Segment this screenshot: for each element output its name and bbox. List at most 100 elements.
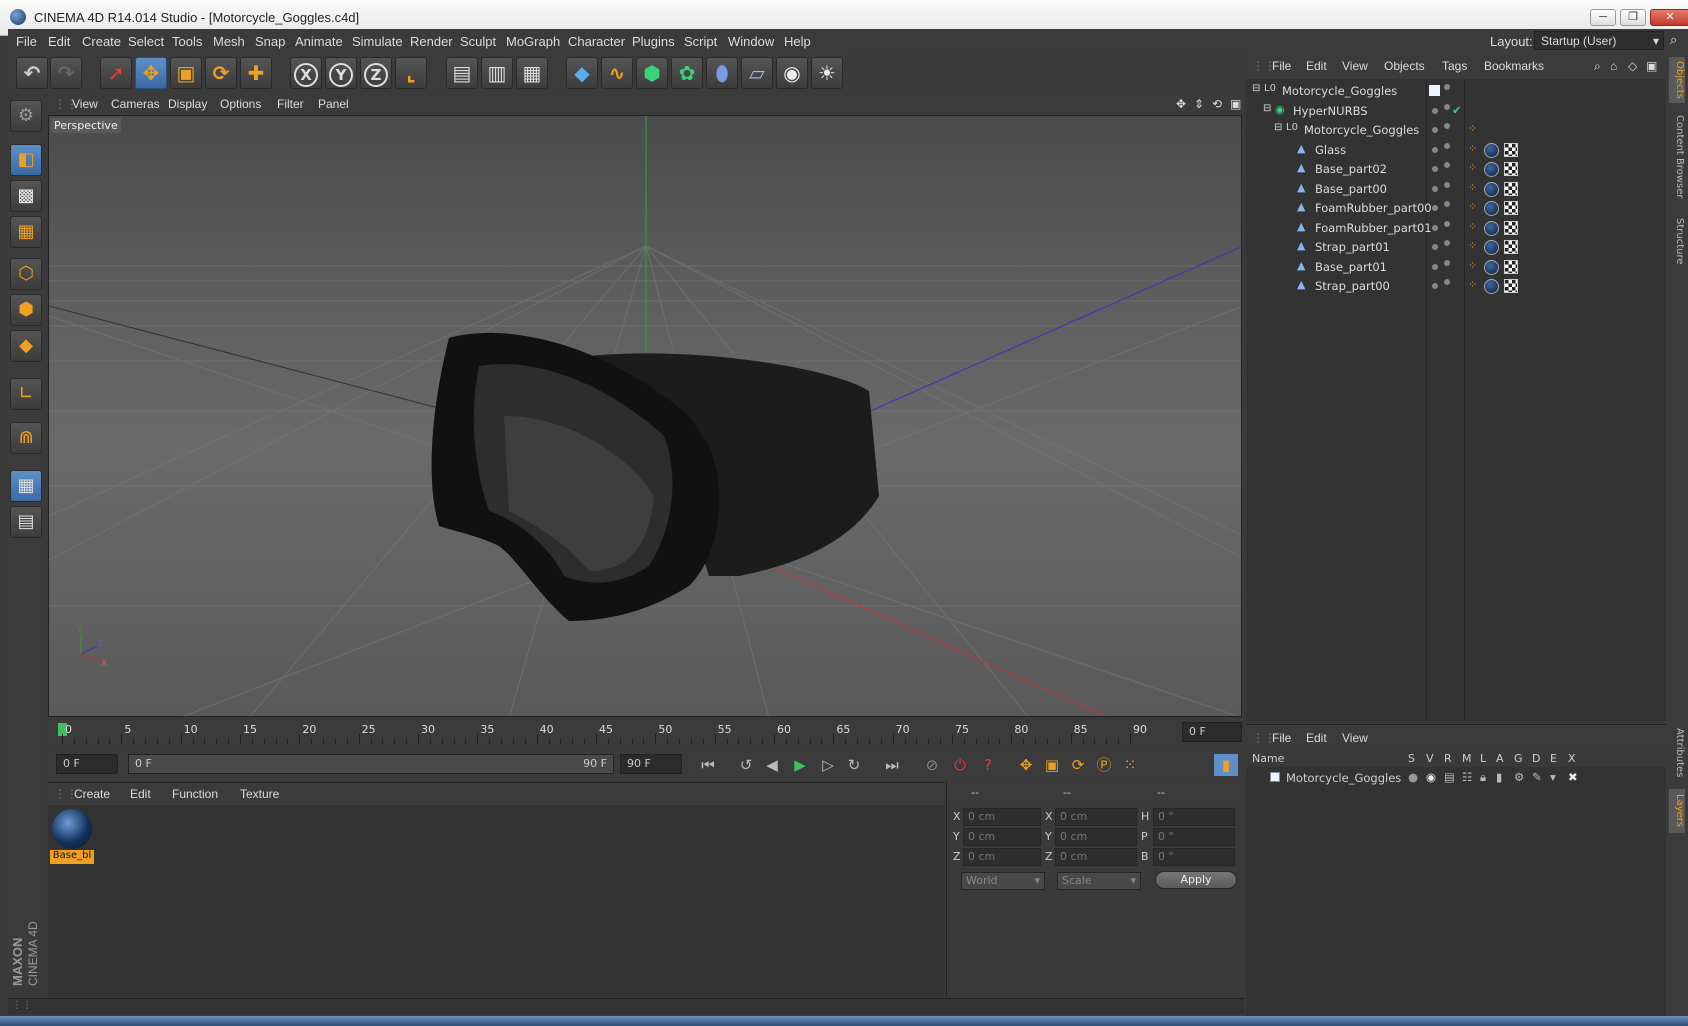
uvw-tag-icon[interactable] <box>1504 181 1518 196</box>
deformer-icon[interactable]: ✎ <box>1532 770 1542 784</box>
menu-edit[interactable]: Edit <box>48 34 70 49</box>
menu-help[interactable]: Help <box>784 34 811 49</box>
pos-x-field[interactable]: 0 cm <box>963 808 1041 826</box>
render-visibility-dot[interactable] <box>1444 220 1450 227</box>
editor-visibility-dot[interactable] <box>1432 166 1438 172</box>
coordinate-mode-dropdown[interactable]: World ▾ <box>961 872 1045 890</box>
render-view-button[interactable]: ▤ <box>446 57 478 89</box>
material-tag-icon[interactable] <box>1484 259 1499 275</box>
object-row[interactable]: ▲ Base_part00 ⁘ <box>1246 179 1666 199</box>
keyframe-selection-button[interactable]: ? <box>976 754 1000 776</box>
material-tag-icon[interactable] <box>1484 201 1499 216</box>
search-icon[interactable]: ⌕ <box>1594 59 1601 74</box>
layout-dropdown[interactable]: Startup (User) ▾ <box>1534 31 1664 50</box>
manager-icon[interactable]: ☷ <box>1462 770 1472 784</box>
previous-key-button[interactable]: ↺ <box>734 754 758 776</box>
material-menu-function[interactable]: Function <box>172 787 218 801</box>
layer-row[interactable]: Motorcycle_Goggles ● ◉ ▤ ☷ 🔒︎ ▮ ⚙ ✎ ▾ ✖ <box>1246 769 1666 787</box>
render-visibility-dot[interactable] <box>1444 103 1450 110</box>
layer-color-swatch[interactable] <box>1429 85 1440 96</box>
planar-workplane-button[interactable]: ▤ <box>10 506 42 538</box>
maximize-view-icon[interactable]: ▣ <box>1230 97 1241 111</box>
menu-tools[interactable]: Tools <box>172 34 202 49</box>
workplane-mode-button[interactable]: ▦ <box>10 216 42 248</box>
editor-visibility-dot[interactable] <box>1432 146 1438 153</box>
perspective-viewport[interactable]: Y Z X Perspective <box>48 115 1242 717</box>
lock-icon[interactable]: 🔒︎ <box>1480 770 1486 785</box>
collapse-icon[interactable]: ⊟ <box>1274 122 1282 133</box>
current-frame-field[interactable]: 0 F <box>1182 722 1242 742</box>
size-x-field[interactable]: 0 cm <box>1055 808 1137 826</box>
menu-script[interactable]: Script <box>684 34 717 49</box>
subdivision-surface-button[interactable]: ⬢ <box>636 57 668 89</box>
layer-color-swatch[interactable] <box>1270 772 1280 782</box>
viewport-menu-view[interactable]: View <box>72 97 98 111</box>
camera-button[interactable]: ◉ <box>776 57 808 89</box>
object-row[interactable]: ▲ Strap_part00 ⁘ <box>1246 276 1666 296</box>
autokeying-button[interactable]: ⏻ <box>948 754 972 776</box>
rotate-tool-button[interactable]: ⟳ <box>205 57 237 89</box>
scale-key-toggle[interactable]: ▣ <box>1040 754 1064 776</box>
tab-content-browser[interactable]: Content Browser <box>1669 109 1685 205</box>
viewport-menu-display[interactable]: Display <box>168 97 207 111</box>
tab-layers[interactable]: Layers <box>1669 789 1685 833</box>
menu-sculpt[interactable]: Sculpt <box>460 34 496 49</box>
phong-tag-icon[interactable]: ⁘ <box>1468 161 1477 174</box>
editor-visibility-dot[interactable] <box>1432 107 1438 114</box>
rotate-view-icon[interactable]: ⟲ <box>1212 97 1222 111</box>
search-icon[interactable]: ⌕ <box>1670 32 1677 48</box>
min-time-field[interactable]: 0 F <box>56 754 118 774</box>
render-picture-viewer-button[interactable]: ▥ <box>481 57 513 89</box>
menu-render[interactable]: Render <box>410 34 453 49</box>
menu-mograph[interactable]: MoGraph <box>506 34 560 49</box>
phong-tag-icon[interactable]: ⁘ <box>1468 122 1477 135</box>
editor-visibility-dot[interactable] <box>1432 244 1438 250</box>
timeline-ruler[interactable]: 0 5 10 15 20 25 30 35 40 45 50 55 60 65 70 75 80 85 90 0 F <box>48 720 1242 746</box>
render-visibility-dot[interactable] <box>1444 162 1450 168</box>
menu-character[interactable]: Character <box>568 34 625 49</box>
record-active-objects-button[interactable]: ⊘ <box>920 754 944 776</box>
close-button[interactable]: ✕ <box>1650 9 1688 26</box>
rot-p-field[interactable]: 0 ° <box>1153 828 1235 846</box>
material-tag-icon[interactable] <box>1484 162 1499 177</box>
render-visibility-dot[interactable] <box>1444 84 1450 90</box>
menu-simulate[interactable]: Simulate <box>352 34 403 49</box>
render-icon[interactable]: ▤ <box>1444 770 1455 784</box>
workplane-lock-button[interactable]: ▦ <box>10 470 42 502</box>
animation-icon[interactable]: ▮ <box>1496 770 1502 784</box>
editor-visibility-dot[interactable] <box>1432 205 1438 211</box>
phong-tag-icon[interactable]: ⁘ <box>1468 278 1477 291</box>
editor-visibility-dot[interactable] <box>1432 185 1438 192</box>
object-menu-bookmarks[interactable]: Bookmarks <box>1484 59 1544 73</box>
texture-mode-button[interactable]: ▩ <box>10 180 42 212</box>
object-row[interactable]: ▲ Base_part02 ⁘ <box>1246 159 1666 179</box>
uvw-tag-icon[interactable] <box>1504 142 1518 157</box>
object-row[interactable]: ▲ Strap_part01 ⁘ <box>1246 237 1666 257</box>
menu-select[interactable]: Select <box>128 34 164 49</box>
coordinate-system-button[interactable]: ⌞ <box>395 57 427 89</box>
timeline-window-button[interactable]: ▮ <box>1214 754 1238 776</box>
next-key-button[interactable]: ↻ <box>842 754 866 776</box>
object-row[interactable]: L0 ⊟ Motorcycle_Goggles <box>1246 81 1666 101</box>
enabled-check-icon[interactable]: ✔ <box>1452 103 1462 117</box>
uvw-tag-icon[interactable] <box>1504 220 1518 235</box>
render-visibility-dot[interactable] <box>1444 142 1450 149</box>
next-frame-button[interactable]: ▷ <box>816 754 840 776</box>
size-mode-dropdown[interactable]: Scale ▾ <box>1057 872 1141 890</box>
menu-create[interactable]: Create <box>82 34 121 49</box>
material-tag-icon[interactable] <box>1484 181 1499 197</box>
object-menu-tags[interactable]: Tags <box>1442 59 1467 73</box>
zoom-view-icon[interactable]: ⇕ <box>1194 97 1204 111</box>
polygons-mode-button[interactable]: ◆ <box>10 330 42 362</box>
editor-visibility-dot[interactable] <box>1432 127 1438 133</box>
x-axis-toggle[interactable]: X <box>290 57 322 89</box>
home-icon[interactable]: ⌂ <box>1610 59 1617 73</box>
render-visibility-dot[interactable] <box>1444 259 1450 266</box>
generator-icon[interactable]: ⚙ <box>1514 770 1524 784</box>
object-menu-file[interactable]: File <box>1272 59 1291 73</box>
editor-visibility-dot[interactable] <box>1432 224 1438 231</box>
material-tag-icon[interactable] <box>1484 240 1499 255</box>
goto-start-button[interactable]: ⏮ <box>696 754 720 776</box>
recent-tool-button[interactable]: ✚ <box>240 57 272 89</box>
previous-frame-button[interactable]: ◀ <box>760 754 784 776</box>
